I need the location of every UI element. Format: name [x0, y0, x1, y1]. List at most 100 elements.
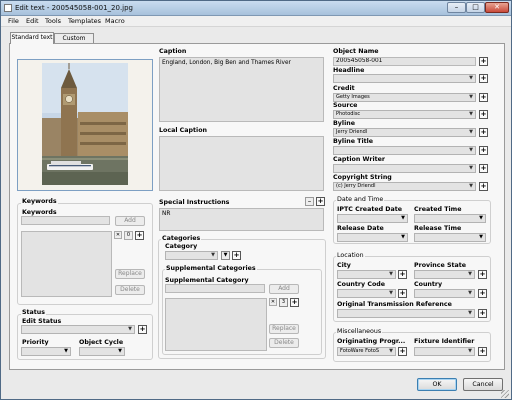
category-label: Category: [165, 243, 198, 250]
keyword-expand-button[interactable]: +: [135, 231, 144, 240]
image-preview[interactable]: [17, 59, 153, 191]
special-instructions-textarea[interactable]: NR: [159, 208, 324, 231]
chevron-down-icon: ▼: [469, 94, 473, 100]
country-add-button[interactable]: +: [478, 289, 487, 298]
byline-title-dropdown[interactable]: ▼: [333, 146, 476, 155]
keyword-remove-button[interactable]: ✕: [114, 231, 122, 239]
ok-button[interactable]: OK: [417, 378, 457, 391]
byline-title-label: Byline Title: [333, 138, 374, 145]
priority-dropdown[interactable]: ▼: [21, 347, 71, 356]
originating-program-value: FotoWare FotoS: [340, 348, 380, 354]
supplemental-replace-button[interactable]: Replace: [269, 324, 299, 334]
resize-grip[interactable]: [501, 390, 509, 398]
menu-edit[interactable]: Edit: [26, 17, 39, 25]
source-dropdown[interactable]: Photodisc ▼: [333, 110, 476, 119]
fixture-identifier-dropdown[interactable]: ▼: [414, 347, 475, 356]
caption-writer-add-button[interactable]: +: [479, 164, 488, 173]
keywords-list[interactable]: [21, 231, 112, 297]
city-add-button[interactable]: +: [398, 270, 407, 279]
edit-status-dropdown[interactable]: ▼: [21, 325, 135, 334]
keyword-input[interactable]: [21, 216, 110, 225]
copyright-dropdown[interactable]: (c) Jerry Driendl ▼: [333, 182, 476, 191]
keyword-add-button[interactable]: Add: [115, 216, 145, 226]
byline-add-button[interactable]: +: [479, 128, 488, 137]
release-time-picker[interactable]: ▼: [414, 233, 486, 242]
release-time-label: Release Time: [414, 225, 462, 232]
created-date-picker[interactable]: ▼: [337, 214, 408, 223]
keyword-replace-button[interactable]: Replace: [115, 269, 145, 279]
country-code-label: Country Code: [337, 281, 386, 288]
created-time-picker[interactable]: ▼: [414, 214, 486, 223]
keywords-group-title: Keywords: [21, 198, 58, 205]
local-caption-textarea[interactable]: [159, 136, 324, 191]
menu-macro[interactable]: Macro: [105, 17, 125, 25]
credit-add-button[interactable]: +: [479, 93, 488, 102]
object-cycle-label: Object Cycle: [79, 339, 124, 346]
headline-dropdown[interactable]: ▼: [333, 74, 476, 83]
supplemental-category-input[interactable]: [165, 284, 265, 293]
category-dropdown-button[interactable]: ▼: [221, 251, 230, 260]
originating-program-dropdown[interactable]: FotoWare FotoS ▼: [337, 347, 396, 356]
headline-add-button[interactable]: +: [479, 74, 488, 83]
chevron-down-icon: ▼: [468, 310, 472, 316]
object-cycle-dropdown[interactable]: ▼: [79, 347, 125, 356]
chevron-down-icon: ▼: [211, 252, 215, 258]
release-date-label: Release Date: [337, 225, 384, 232]
city-dropdown[interactable]: ▼: [337, 270, 396, 279]
minimize-button[interactable]: –: [447, 2, 466, 13]
chevron-down-icon: ▼: [223, 252, 228, 258]
supplemental-move-value[interactable]: 3: [279, 298, 288, 307]
country-code-dropdown[interactable]: ▼: [337, 289, 396, 298]
province-label: Province State: [414, 262, 467, 269]
object-name-field[interactable]: 200545058-001: [333, 57, 476, 66]
menu-bar: File Edit Tools Templates Macro: [1, 16, 511, 27]
menu-templates[interactable]: Templates: [68, 17, 101, 25]
otr-add-button[interactable]: +: [478, 309, 487, 318]
source-add-button[interactable]: +: [479, 110, 488, 119]
created-date-label: IPTC Created Date: [337, 206, 403, 213]
copyright-add-button[interactable]: +: [479, 182, 488, 191]
special-instructions-minus-button[interactable]: –: [305, 197, 314, 206]
country-code-add-button[interactable]: +: [398, 289, 407, 298]
menu-file[interactable]: File: [8, 17, 19, 25]
country-dropdown[interactable]: ▼: [414, 289, 475, 298]
caption-writer-dropdown[interactable]: ▼: [333, 164, 476, 173]
release-date-picker[interactable]: ▼: [337, 233, 408, 242]
originating-program-add-button[interactable]: +: [398, 347, 407, 356]
city-label: City: [337, 262, 351, 269]
otr-dropdown[interactable]: ▼: [337, 309, 475, 318]
copyright-value: (c) Jerry Driendl: [336, 183, 376, 189]
caption-textarea[interactable]: England, London, Big Ben and Thames Rive…: [159, 57, 324, 122]
headline-label: Headline: [333, 67, 365, 74]
edit-text-window: Edit text - 200545058-001_20.jpg – □ ✕ F…: [0, 0, 512, 400]
byline-dropdown[interactable]: Jerry Driendl ▼: [333, 128, 476, 137]
supplemental-add-button[interactable]: Add: [269, 284, 299, 294]
supplemental-categories-list[interactable]: [165, 298, 267, 351]
province-dropdown[interactable]: ▼: [414, 270, 475, 279]
cancel-button[interactable]: Cancel: [463, 378, 503, 391]
country-label: Country: [414, 281, 443, 288]
credit-dropdown[interactable]: Getty Images ▼: [333, 93, 476, 102]
keyword-move-value[interactable]: 0: [124, 231, 133, 240]
chevron-down-icon: ▼: [64, 348, 68, 354]
special-instructions-plus-button[interactable]: +: [316, 197, 325, 206]
close-button[interactable]: ✕: [485, 2, 509, 13]
fixture-identifier-add-button[interactable]: +: [478, 347, 487, 356]
category-dropdown[interactable]: ▼: [165, 251, 218, 260]
supplemental-expand-button[interactable]: +: [290, 298, 299, 307]
category-add-button[interactable]: +: [232, 251, 241, 260]
supplemental-delete-button[interactable]: Delete: [269, 338, 299, 348]
tab-standard-text[interactable]: Standard text: [10, 32, 54, 44]
object-name-add-button[interactable]: +: [479, 57, 488, 66]
categories-group-title: Categories: [161, 235, 202, 242]
originating-program-label: Originating Progr...: [337, 338, 406, 345]
credit-value: Getty Images: [336, 94, 370, 100]
byline-title-add-button[interactable]: +: [479, 146, 488, 155]
byline-value: Jerry Driendl: [336, 129, 368, 135]
keyword-delete-button[interactable]: Delete: [115, 285, 145, 295]
edit-status-add-button[interactable]: +: [138, 325, 147, 334]
province-add-button[interactable]: +: [478, 270, 487, 279]
supplemental-remove-button[interactable]: ✕: [269, 298, 277, 306]
menu-tools[interactable]: Tools: [45, 17, 61, 25]
maximize-button[interactable]: □: [466, 2, 485, 13]
